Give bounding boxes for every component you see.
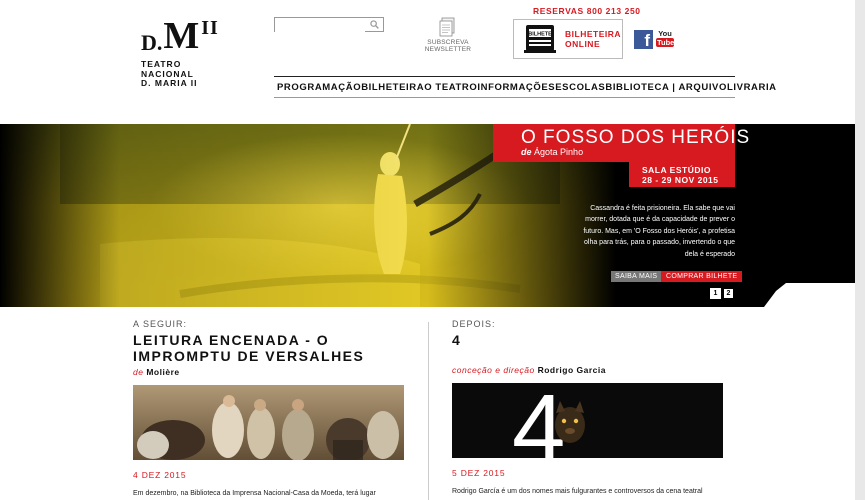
hero-corner-cut — [764, 283, 855, 307]
hero-banner[interactable]: O FOSSO DOS HERÓIS de Ágota Pinho SALA E… — [0, 124, 855, 307]
comprar-bilhete-button[interactable]: COMPRAR BILHETE — [661, 271, 743, 282]
next-date: 4 DEZ 2015 — [133, 470, 187, 480]
bilheteira-label: BILHETEIRA ONLINE — [565, 29, 621, 49]
search-box — [274, 17, 384, 35]
after-event: DEPOIS: 4 conceção e direção Rodrigo Gar… — [452, 319, 727, 495]
logo-mark-ii: II — [201, 17, 219, 39]
bilheteira-line-1: BILHETEIRA — [565, 29, 621, 39]
newsletter-label: SUBSCREVA NEWSLETTER — [422, 39, 474, 53]
logo-line-3: D. MARIA II — [141, 78, 198, 88]
logo-wordmark: TEATRO NACIONAL D. MARIA II — [141, 59, 231, 89]
hero-author-name: Ágota Pinho — [534, 147, 584, 157]
pager-page-1[interactable]: 1 — [710, 288, 721, 299]
ticket-icon-label: BILHETE — [528, 31, 552, 37]
hero-venue-box: SALA ESTÚDIO 28 - 29 NOV 2015 — [629, 162, 735, 187]
logo-mark-m: M — [163, 15, 200, 57]
after-byline: conceção e direção Rodrigo Garcia — [452, 365, 727, 375]
main-nav: PROGRAMAÇÃO BILHETEIRA O TEATRO INFORMAÇ… — [274, 76, 776, 98]
hero-author-prefix: de — [521, 147, 532, 157]
ticket-booth-icon: BILHETE — [524, 25, 556, 53]
nav-item-escolas[interactable]: ESCOLAS — [555, 82, 605, 93]
logo-mark-d: D. — [141, 30, 163, 55]
next-by-name: Molière — [146, 367, 180, 377]
saiba-mais-button[interactable]: SAIBA MAIS — [611, 271, 662, 282]
hero-description: Cassandra é feita prisioneira. Ela sabe … — [583, 205, 735, 258]
column-divider — [428, 322, 429, 500]
youtube-icon[interactable]: You Tube — [656, 30, 674, 49]
next-event-image[interactable] — [133, 385, 404, 460]
after-by-name: Rodrigo Garcia — [537, 364, 606, 375]
reservas-phone[interactable]: RESERVAS 800 213 250 — [533, 6, 641, 16]
youtube-you: You — [658, 29, 672, 38]
nav-item-programacao[interactable]: PROGRAMAÇÃO — [277, 82, 361, 93]
next-byline: de Molière — [133, 367, 408, 377]
after-title[interactable]: 4 — [452, 332, 727, 349]
page-scrollbar[interactable] — [855, 0, 865, 500]
bilheteira-line-2: ONLINE — [565, 39, 601, 49]
nav-item-livraria[interactable]: LIVRARIA — [727, 82, 777, 93]
newsletter-icon — [439, 17, 455, 37]
next-body: Em dezembro, na Biblioteca da Imprensa N… — [133, 490, 376, 497]
logo-mark: D. M II — [141, 15, 231, 57]
hero-title-box: O FOSSO DOS HERÓIS de Ágota Pinho — [493, 124, 749, 162]
after-by-label: conceção e direção — [452, 364, 535, 375]
hero-author: de Ágota Pinho — [521, 147, 583, 157]
newsletter-line-2: NEWSLETTER — [424, 46, 472, 53]
hero-venue: SALA ESTÚDIO — [642, 165, 711, 175]
hero-pager: 1 2 — [710, 288, 734, 299]
after-kicker: DEPOIS: — [452, 319, 496, 329]
nav-item-bilheteira[interactable]: BILHETEIRA — [361, 82, 424, 93]
theatre-logo[interactable]: D. M II TEATRO NACIONAL D. MARIA II — [141, 15, 231, 93]
facebook-icon[interactable]: f — [634, 30, 653, 50]
newsletter-link[interactable]: SUBSCREVA NEWSLETTER — [422, 17, 474, 53]
hero-title[interactable]: O FOSSO DOS HERÓIS — [521, 127, 750, 149]
search-input[interactable] — [275, 21, 365, 35]
next-event: A SEGUIR: LEITURA ENCENADA - O IMPROMPTU… — [133, 319, 408, 497]
next-title[interactable]: LEITURA ENCENADA - O IMPROMPTU DE VERSAL… — [133, 332, 408, 364]
pager-page-2[interactable]: 2 — [723, 288, 734, 299]
search-icon[interactable] — [370, 20, 379, 29]
hero-dates: 28 - 29 NOV 2015 — [642, 175, 719, 185]
after-date: 5 DEZ 2015 — [452, 467, 506, 478]
youtube-tube: Tube — [656, 38, 675, 47]
after-body: Rodrigo García é um dos nomes mais fulgu… — [452, 487, 703, 495]
after-event-image[interactable]: 4 — [452, 382, 723, 458]
newsletter-line-1: SUBSCREVA — [427, 39, 469, 46]
nav-item-informacoes[interactable]: INFORMAÇÕES — [477, 82, 555, 93]
next-kicker: A SEGUIR: — [133, 319, 188, 329]
bilheteira-online-button[interactable]: BILHETE BILHETEIRA ONLINE — [513, 19, 623, 59]
nav-item-o-teatro[interactable]: O TEATRO — [424, 82, 477, 93]
nav-item-biblioteca-arquivo[interactable]: BIBLIOTECA | ARQUIVO — [605, 82, 727, 93]
next-by-label: de — [133, 367, 144, 377]
